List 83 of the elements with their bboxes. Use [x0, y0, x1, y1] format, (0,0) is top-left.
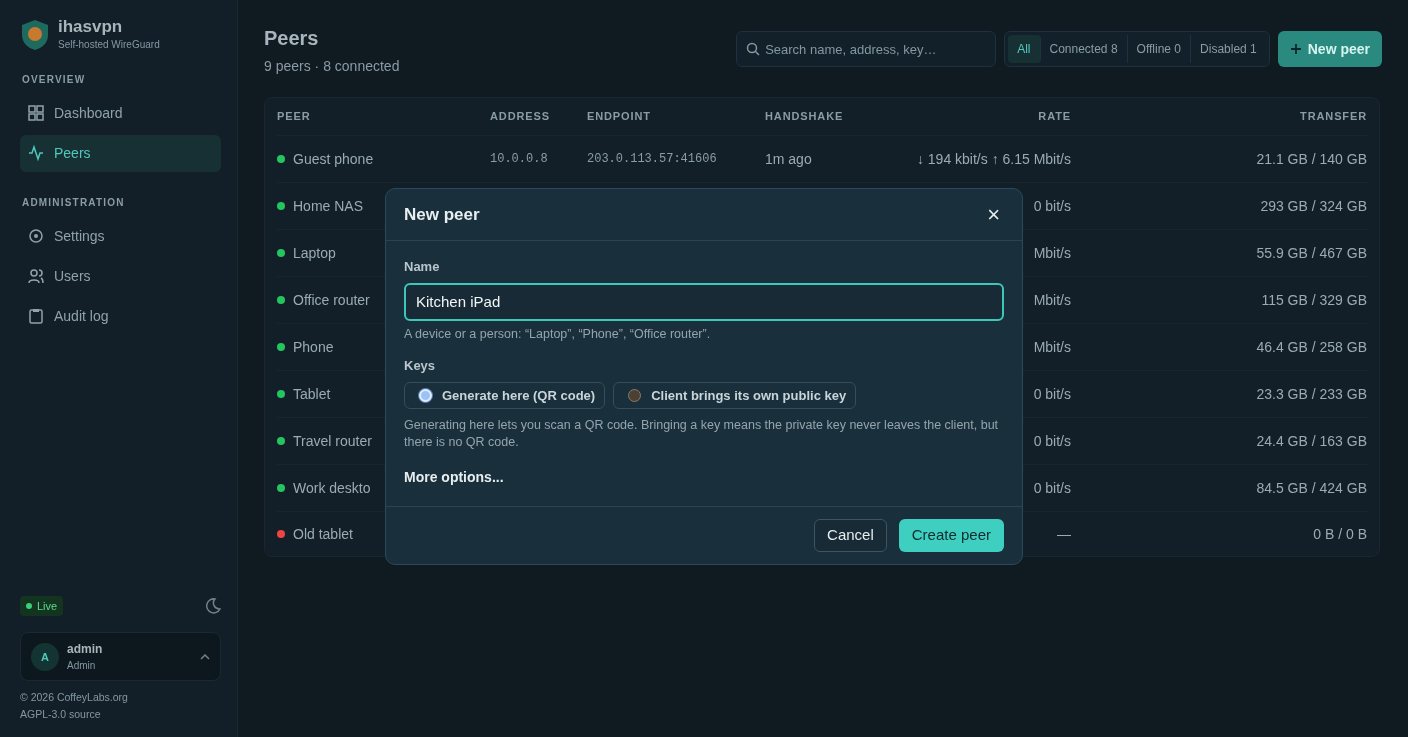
help-text: A device or a person: “Laptop”, “Phone”, “Office router”.: [404, 325, 712, 343]
footer-text: © 2026 CoffeyLabs.org: [20, 690, 129, 706]
footer-text: AGPL-3.0 source: [20, 707, 102, 723]
dialog-title: New peer: [404, 203, 480, 226]
sidebar-item[interactable]: Users: [20, 257, 221, 295]
table-cell: ↓ 194 kbit/s ↑ 6.15 Mbit/s: [916, 150, 1071, 167]
user-role: Admin: [67, 659, 97, 674]
filter-tab[interactable]: All: [1008, 35, 1041, 63]
clipboard-icon: [28, 308, 44, 325]
sidebar-item[interactable]: Peers: [20, 134, 221, 172]
app-name: ihasvpn: [58, 18, 124, 37]
more-options-link[interactable]: More options...: [404, 467, 504, 489]
close-button[interactable]: ×: [983, 203, 1004, 226]
search-field[interactable]: Search name, address, key…: [736, 31, 997, 67]
table-cell-text: 203.0.113.57:41606: [587, 151, 718, 168]
user-avatar: A: [31, 642, 59, 671]
column-header: TRANSFER: [1299, 109, 1367, 125]
table-cell: 21.1 GB / 140 GB: [1256, 150, 1367, 167]
user-name: admin: [67, 641, 104, 659]
table-cell: 0 B / 0 B: [1313, 525, 1367, 542]
peer-name: Old tablet: [293, 524, 353, 544]
table-cell: 0 bit/s: [1033, 432, 1071, 449]
peer-name: Work deskto: [293, 478, 371, 498]
search-icon: [746, 42, 761, 56]
peer-name: Office router: [293, 290, 370, 310]
new-peer-button[interactable]: New peer: [1277, 31, 1382, 67]
table-cell-text: 10.0.0.8: [490, 151, 549, 168]
filter-tab[interactable]: Offline 0: [1127, 35, 1192, 63]
section-heading: OVERVIEW: [22, 72, 87, 87]
table-cell: 0 bit/s: [1033, 197, 1071, 214]
column-header: PEER: [277, 109, 312, 125]
sidebar-item[interactable]: Dashboard: [20, 94, 221, 132]
app-tagline: Self-hosted WireGuard: [58, 37, 160, 52]
peer-name: Travel router: [293, 431, 372, 451]
peer-name: Phone: [293, 337, 334, 357]
table-cell: Mbit/s: [1033, 244, 1071, 261]
table-cell: —: [1057, 525, 1071, 542]
column-header: ADDRESS: [490, 109, 551, 125]
moon-icon: [205, 598, 221, 615]
table-cell: 115 GB / 329 GB: [1261, 291, 1367, 308]
column-header: RATE: [1037, 109, 1071, 125]
theme-toggle[interactable]: [205, 598, 221, 615]
peer-name: Guest phone: [293, 149, 374, 169]
radio-option[interactable]: Generate here (QR code): [404, 381, 606, 410]
field-label: Keys: [404, 357, 437, 376]
table-cell: Mbit/s: [1033, 291, 1071, 308]
page-subtitle: 9 peers · 8 connected: [264, 57, 400, 76]
section-heading: ADMINISTRATION: [22, 195, 126, 210]
sidebar-item[interactable]: Settings: [20, 217, 221, 255]
table-cell: 23.3 GB / 233 GB: [1256, 385, 1367, 402]
name-input[interactable]: Kitchen iPad: [404, 282, 1004, 321]
sidebar-item[interactable]: Audit log: [20, 297, 221, 335]
filter-tab[interactable]: Connected 8: [1040, 35, 1128, 63]
table-cell: Mbit/s: [1033, 338, 1071, 355]
table-cell: 46.4 GB / 258 GB: [1256, 338, 1367, 355]
users-icon: [28, 268, 44, 285]
grid-icon: [28, 105, 44, 122]
table-cell: 293 GB / 324 GB: [1260, 197, 1367, 214]
table-cell: 0 bit/s: [1033, 385, 1071, 402]
page-title: Peers: [264, 26, 320, 50]
peer-name: Laptop: [293, 243, 336, 263]
filter-tab[interactable]: Disabled 1: [1191, 35, 1266, 63]
radio-option[interactable]: Client brings its own public key: [613, 381, 857, 410]
column-header: HANDSHAKE: [765, 109, 845, 125]
user-menu[interactable]: A admin Admin: [20, 632, 221, 682]
field-label: Name: [404, 258, 441, 276]
table-cell: 84.5 GB / 424 GB: [1256, 479, 1367, 496]
pulse-icon: [28, 145, 44, 162]
settings-icon: [28, 228, 44, 245]
peer-name: Home NAS: [293, 196, 364, 216]
table-cell: 24.4 GB / 163 GB: [1256, 432, 1367, 449]
shield-icon: [20, 18, 50, 51]
table-cell: 0 bit/s: [1033, 479, 1071, 496]
live-badge: Live: [20, 595, 64, 617]
table-cell: 55.9 GB / 467 GB: [1256, 244, 1367, 261]
chevron-icon: [200, 653, 210, 660]
peer-name: Tablet: [293, 384, 331, 404]
table-cell-text: 1m ago: [765, 149, 813, 169]
plus-icon: [1289, 43, 1302, 55]
column-header: ENDPOINT: [587, 109, 652, 125]
help-text: Generating here lets you scan a QR code. Bringing a key means the private key never leaves the client, but there is no QR code.: [404, 417, 1000, 452]
cancel-button[interactable]: Cancel: [814, 519, 887, 553]
create-button[interactable]: Create peer: [898, 519, 1004, 553]
